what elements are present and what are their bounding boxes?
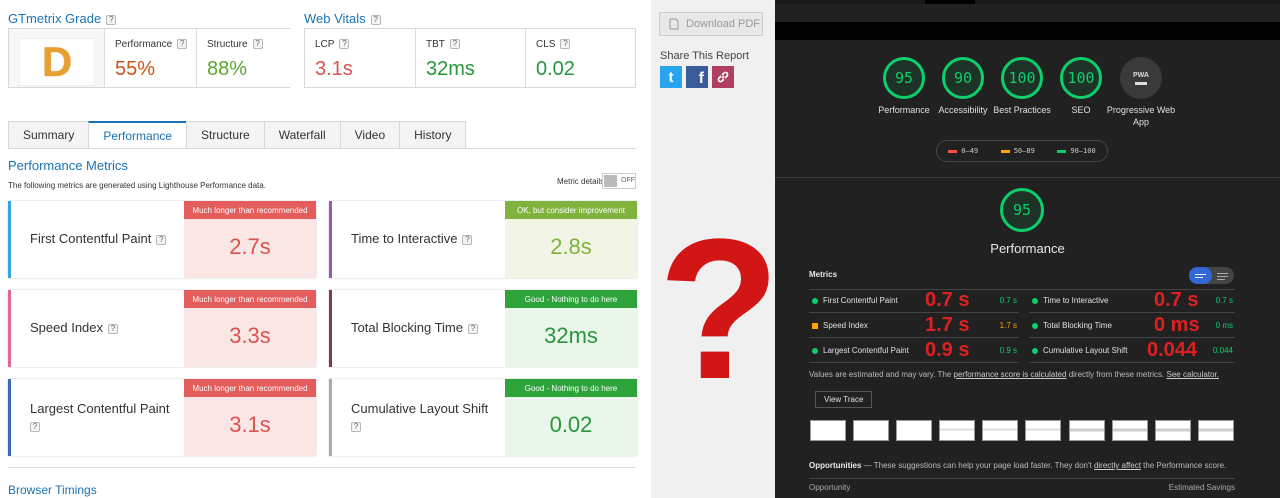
score-gauge-best-practices[interactable]: 100 (1001, 57, 1043, 99)
web-vitals-title: Web Vitals? (304, 11, 381, 26)
tab-video[interactable]: Video (339, 121, 401, 148)
link-icon[interactable] (712, 66, 734, 88)
metric-card-tbt: Total Blocking Time? Good - Nothing to d… (329, 290, 637, 367)
metric-card-speed-index: Speed Index? Much longer than recommende… (8, 290, 316, 367)
twitter-icon[interactable]: t (660, 66, 682, 88)
metrics-view-toggle[interactable] (1189, 267, 1234, 284)
filmstrip-frame (896, 420, 932, 441)
help-icon[interactable]: ? (560, 39, 571, 50)
performance-score: Performance? 55% (104, 29, 196, 87)
question-mark-graphic: ? (658, 198, 781, 421)
filmstrip-frame (982, 420, 1018, 441)
view-trace-button[interactable]: View Trace (815, 391, 873, 408)
lh-metric-speed-index: Speed Index 1.7 s 1.7 s (809, 314, 1019, 338)
filmstrip-frame (810, 420, 846, 441)
filmstrip-frame (939, 420, 975, 441)
browser-timings-title: Browser Timings (8, 483, 97, 497)
lcp-vital: LCP? 3.1s (315, 39, 353, 80)
cls-vital: CLS? 0.02 (525, 29, 636, 87)
tab-divider (8, 148, 636, 149)
see-calculator-link[interactable]: See calculator. (1167, 370, 1219, 379)
filmstrip-frame (1112, 420, 1148, 441)
filmstrip-frame (1155, 420, 1191, 441)
estimated-savings-column-header: Estimated Savings (1168, 483, 1235, 492)
metric-card-fcp: First Contentful Paint? Much longer than… (8, 201, 316, 278)
tbt-vital: TBT? 32ms (415, 29, 525, 87)
download-pdf-button[interactable]: Download PDF (659, 12, 763, 36)
tab-summary[interactable]: Summary (8, 121, 90, 148)
lh-metric-tbt: Total Blocking Time 0 ms 0 ms (1029, 314, 1235, 338)
tab-history[interactable]: History (399, 121, 467, 148)
metric-details-label: Metric details (557, 177, 605, 186)
score-gauge-seo[interactable]: 100 (1060, 57, 1102, 99)
metrics-title: Metrics (809, 270, 838, 279)
share-title: Share This Report (660, 50, 750, 62)
help-icon[interactable]: ? (339, 39, 350, 50)
metric-card-lcp: Largest Contentful Paint? Much longer th… (8, 379, 316, 456)
help-icon[interactable]: ? (108, 323, 119, 334)
tab-waterfall[interactable]: Waterfall (263, 121, 341, 148)
score-gauge-performance[interactable]: 95 (883, 57, 925, 99)
toolbar-band (775, 22, 1280, 40)
pwa-badge[interactable]: PWA (1120, 57, 1162, 99)
expanded-view-icon[interactable] (1217, 273, 1228, 274)
lh-metric-tti: Time to Interactive 0.7 s 0.7 s (1029, 289, 1235, 313)
help-icon[interactable]: ? (30, 421, 40, 432)
help-icon[interactable]: ? (156, 234, 167, 245)
help-icon[interactable]: ? (106, 14, 117, 25)
report-tabs: Summary Performance Structure Waterfall … (8, 121, 467, 148)
filmstrip-frame (1025, 420, 1061, 441)
lh-metric-lcp: Largest Contentful Paint 0.9 s 0.9 s (809, 339, 1019, 363)
lh-metric-fcp: First Contentful Paint 0.7 s 0.7 s (809, 289, 1019, 313)
gtmetrix-panel: GTmetrix Grade? D Performance? 55% Struc… (0, 0, 651, 498)
score-legend: 0–49 50–89 90–100 (936, 140, 1108, 162)
performance-metrics-description: The following metrics are generated usin… (8, 181, 266, 190)
structure-score: Structure? 88% (196, 29, 290, 87)
performance-main-gauge: 95 (1000, 188, 1044, 232)
performance-main-label: Performance (990, 241, 1065, 256)
help-icon[interactable]: ? (252, 39, 263, 50)
help-icon[interactable]: ? (351, 421, 361, 432)
filmstrip-frame (1198, 420, 1234, 441)
pdf-icon (669, 18, 679, 30)
toggle-knob (604, 175, 617, 187)
score-gauge-accessibility[interactable]: 90 (942, 57, 984, 99)
help-icon[interactable]: ? (468, 323, 478, 334)
section-divider (8, 467, 636, 468)
grade-letter: D (19, 38, 95, 86)
top-tabs-strip (775, 0, 1280, 4)
opportunity-column-header: Opportunity (809, 483, 851, 492)
screenshot-composite: GTmetrix Grade? D Performance? 55% Struc… (0, 0, 1280, 498)
lh-metric-cls: Cumulative Layout Shift 0.044 0.044 (1029, 339, 1235, 363)
metric-details-toggle[interactable]: OFF (602, 173, 636, 189)
grade-title: GTmetrix Grade? (8, 11, 117, 26)
tab-structure[interactable]: Structure (186, 121, 265, 148)
help-icon[interactable]: ? (370, 14, 381, 25)
lighthouse-panel: 95 Performance 90 Accessibility 100 Best… (775, 0, 1280, 498)
web-vitals-box: LCP? 3.1s TBT? 32ms CLS? 0.02 (304, 28, 636, 88)
grade-box: D Performance? 55% Structure? 88% (8, 28, 290, 88)
score-calculated-link[interactable]: performance score is calculated (954, 370, 1067, 379)
help-icon[interactable]: ? (462, 234, 473, 245)
facebook-icon[interactable]: f (686, 66, 708, 88)
filmstrip-frame (1069, 420, 1105, 441)
help-icon[interactable]: ? (177, 39, 188, 50)
performance-metrics-title: Performance Metrics (8, 158, 128, 173)
compact-view-icon[interactable] (1189, 267, 1212, 284)
tab-performance[interactable]: Performance (88, 121, 188, 148)
metrics-note: Values are estimated and may vary. The p… (809, 370, 1219, 379)
metric-card-tti: Time to Interactive? OK, but consider im… (329, 201, 637, 278)
directly-affect-link[interactable]: directly affect (1094, 461, 1141, 470)
opportunities-header: Opportunities — These suggestions can he… (809, 461, 1227, 470)
metric-card-cls: Cumulative Layout Shift? Good - Nothing … (329, 379, 637, 456)
filmstrip-frame (853, 420, 889, 441)
help-icon[interactable]: ? (449, 39, 460, 50)
